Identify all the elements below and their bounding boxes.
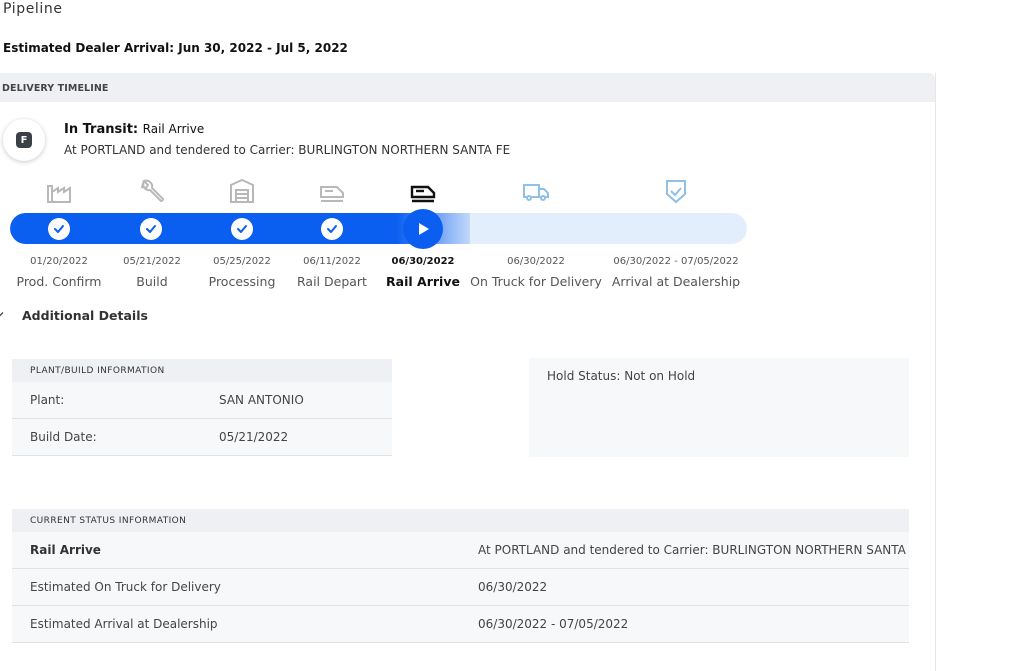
step-complete-icon	[231, 218, 253, 240]
transit-status-prefix: In Transit:	[64, 122, 139, 137]
status-key: Rail Arrive	[30, 543, 101, 557]
plant-row: Plant: SAN ANTONIO	[12, 382, 392, 419]
page-title: Pipeline	[3, 1, 63, 17]
stage-label: On Truck for Delivery	[470, 274, 602, 289]
hold-status: Hold Status: Not on Hold	[529, 358, 909, 457]
plant-build-header: PLANT/BUILD INFORMATION	[12, 359, 392, 382]
build-date-key: Build Date:	[30, 430, 97, 444]
shield-check-icon	[666, 180, 686, 204]
build-date-value: 05/21/2022	[219, 430, 289, 444]
truck-icon	[523, 184, 549, 201]
truck-delivery-value: 06/30/2022	[478, 580, 548, 594]
dealership-arrival-row: Estimated Arrival at Dealership 06/30/20…	[12, 606, 909, 643]
dealership-arrival-key: Estimated Arrival at Dealership	[30, 617, 218, 631]
estimated-arrival: Estimated Dealer Arrival: Jun 30, 2022 -…	[3, 41, 348, 55]
delivery-timeline-card: DELIVERY TIMELINE F In Transit: Rail Arr…	[0, 73, 936, 671]
wrench-icon	[140, 179, 165, 203]
truck-delivery-key: Estimated On Truck for Delivery	[30, 580, 221, 594]
transit-status: In Transit: Rail Arrive	[64, 122, 204, 137]
train-icon	[320, 186, 344, 202]
chevron-down-icon	[0, 312, 4, 317]
processing-icon	[230, 178, 254, 203]
build-date-row: Build Date: 05/21/2022	[12, 419, 392, 456]
additional-details-label: Additional Details	[22, 308, 148, 323]
status-row: Rail Arrive At PORTLAND and tendered to …	[12, 532, 909, 569]
plant-key: Plant:	[30, 393, 65, 407]
current-status-panel: CURRENT STATUS INFORMATION Rail Arrive A…	[12, 509, 909, 643]
step-complete-icon	[321, 218, 343, 240]
truck-delivery-row: Estimated On Truck for Delivery 06/30/20…	[12, 569, 909, 606]
step-complete-icon	[48, 218, 70, 240]
stage-label: Arrival at Dealership	[611, 274, 741, 289]
dealership-arrival-value: 06/30/2022 - 07/05/2022	[478, 617, 629, 631]
stage-date: 06/30/2022 - 07/05/2022	[613, 256, 739, 267]
vehicle-badge: F	[3, 119, 45, 161]
brand-badge-icon: F	[16, 132, 32, 148]
transit-status-description: At PORTLAND and tendered to Carrier: BUR…	[64, 143, 511, 157]
status-value: At PORTLAND and tendered to Carrier: BUR…	[478, 543, 909, 557]
current-status-header: CURRENT STATUS INFORMATION	[12, 509, 909, 532]
current-step-play-icon	[403, 209, 443, 249]
stage-date: 06/30/2022	[507, 256, 565, 267]
transit-status-stage: Rail Arrive	[142, 122, 205, 136]
plant-value: SAN ANTONIO	[219, 393, 304, 407]
plant-build-panel: PLANT/BUILD INFORMATION Plant: SAN ANTON…	[12, 359, 392, 456]
step-complete-icon	[140, 218, 162, 240]
train-icon	[410, 185, 436, 203]
progress-track	[10, 213, 747, 244]
delivery-timeline-header: DELIVERY TIMELINE	[0, 73, 935, 102]
factory-icon	[47, 185, 71, 203]
